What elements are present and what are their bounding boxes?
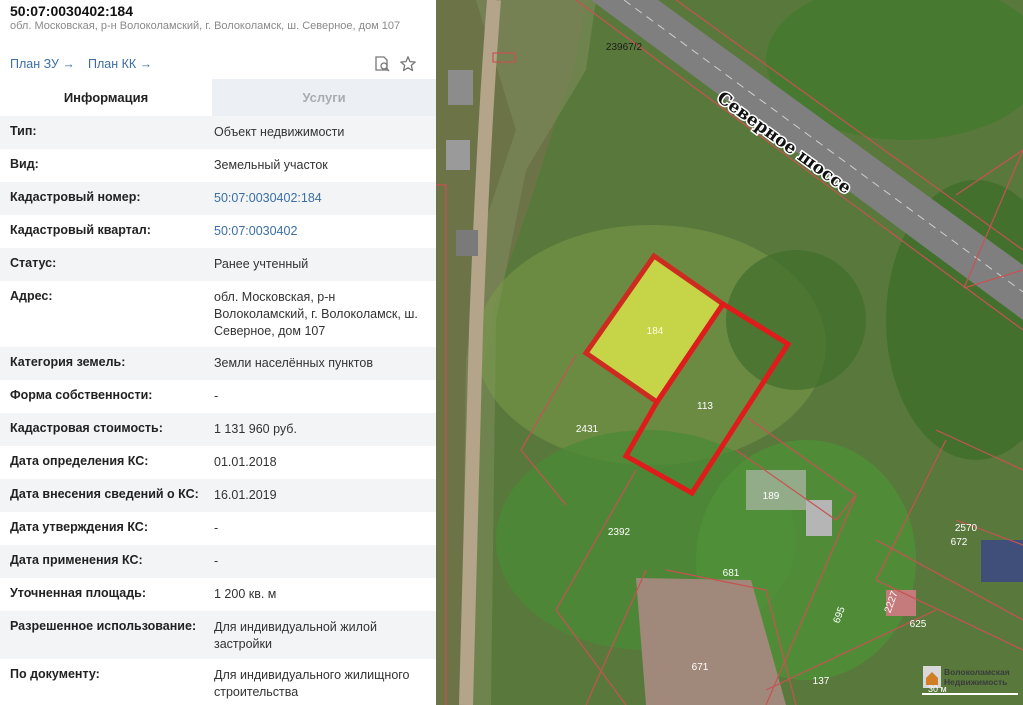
row-approval-date: Дата утверждения КС: - — [0, 512, 436, 545]
search-document-icon[interactable] — [373, 55, 391, 73]
row-application-date: Дата применения КС: - — [0, 545, 436, 578]
cadastral-quarter-link[interactable]: 50:07:0030402 — [214, 223, 419, 240]
row-value: - — [214, 521, 219, 535]
row-value: Объект недвижимости — [214, 125, 345, 139]
cadastral-map[interactable]: 184 113 2431 2392 681 189 671 2570 672 6… — [436, 0, 1023, 705]
row-label: Статус: — [10, 256, 57, 270]
row-document-use: По документу: Для индивидуального жилищн… — [0, 659, 436, 705]
map-canvas[interactable]: 184 113 2431 2392 681 189 671 2570 672 6… — [436, 0, 1023, 705]
tab-services[interactable]: Услуги — [212, 79, 436, 116]
parcel-label-2431: 2431 — [576, 424, 599, 435]
parcel-label-137: 137 — [813, 676, 830, 687]
row-label: Категория земель: — [10, 355, 126, 369]
parcel-label-2570: 2570 — [955, 523, 978, 534]
row-permitted-use: Разрешенное использование: Для индивидуа… — [0, 611, 436, 659]
object-address-subtitle: обл. Московская, р-н Волоколамский, г. В… — [10, 20, 401, 32]
row-cadastral-number: Кадастровый номер: 50:07:0030402:184 — [0, 182, 436, 215]
row-area: Уточненная площадь: 1 200 кв. м — [0, 578, 436, 611]
scale-label: 30 м — [928, 684, 947, 694]
row-type: Тип: Объект недвижимости — [0, 116, 436, 149]
plan-zu-link[interactable]: План ЗУ → — [10, 57, 75, 71]
row-value: 01.01.2018 — [214, 455, 277, 469]
row-label: Дата внесения сведений о КС: — [10, 487, 199, 501]
road-parcel-label: 23967/2 — [606, 42, 643, 53]
cadastral-number-title: 50:07:0030402:184 — [10, 3, 133, 19]
row-value: Земельный участок — [214, 158, 328, 172]
parcel-label-184: 184 — [647, 326, 664, 337]
row-land-category: Категория земель: Земли населённых пункт… — [0, 347, 436, 380]
row-label: Адрес: — [10, 289, 53, 303]
row-value: 1 131 960 руб. — [214, 422, 297, 436]
row-ownership: Форма собственности: - — [0, 380, 436, 413]
row-value: - — [214, 554, 219, 568]
row-value: Для индивидуального жилищного строительс… — [214, 668, 410, 699]
parcel-label-681: 681 — [723, 568, 740, 579]
row-value: Для индивидуальной жилой застройки — [214, 620, 377, 651]
row-status: Статус: Ранее учтенный — [0, 248, 436, 281]
row-entry-date: Дата внесения сведений о КС: 16.01.2019 — [0, 479, 436, 512]
row-cadastral-quarter: Кадастровый квартал: 50:07:0030402 — [0, 215, 436, 248]
row-value: - — [214, 389, 219, 403]
row-label: Вид: — [10, 157, 39, 171]
row-label: По документу: — [10, 667, 100, 681]
row-value: Земли населённых пунктов — [214, 356, 373, 370]
info-panel: 50:07:0030402:184 обл. Московская, р-н В… — [0, 0, 436, 705]
row-value: обл. Московская, р-н Волоколамский, г. В… — [214, 290, 418, 338]
parcel-label-2392: 2392 — [608, 527, 631, 538]
parcel-label-625: 625 — [910, 619, 927, 630]
row-value: 1 200 кв. м — [214, 587, 277, 601]
row-value: Ранее учтенный — [214, 257, 309, 271]
row-address: Адрес: обл. Московская, р-н Волоколамски… — [0, 281, 436, 347]
parcel-label-113: 113 — [697, 401, 713, 412]
row-label: Форма собственности: — [10, 388, 153, 402]
row-label: Дата применения КС: — [10, 553, 143, 567]
parcel-label-189: 189 — [763, 491, 780, 502]
tab-information[interactable]: Информация — [0, 79, 212, 118]
cadastral-number-link[interactable]: 50:07:0030402:184 — [214, 190, 419, 207]
row-value: 16.01.2019 — [214, 488, 277, 502]
watermark-text: Волоколамская Недвижимость — [944, 667, 1010, 687]
row-label: Уточненная площадь: — [10, 586, 147, 600]
row-label: Кадастровый квартал: — [10, 223, 151, 237]
row-label: Разрешенное использование: — [10, 619, 197, 633]
row-label: Дата утверждения КС: — [10, 520, 148, 534]
star-icon[interactable] — [399, 55, 417, 73]
parcel-label-671: 671 — [692, 662, 709, 673]
parcel-label-672: 672 — [951, 537, 968, 548]
tabs: Информация Услуги — [0, 79, 436, 118]
row-cadastral-value: Кадастровая стоимость: 1 131 960 руб. — [0, 413, 436, 446]
row-label: Кадастровый номер: — [10, 190, 141, 204]
property-table: Тип: Объект недвижимости Вид: Земельный … — [0, 116, 436, 705]
map-scale: 30 м — [922, 684, 1022, 702]
row-label: Тип: — [10, 124, 37, 138]
row-label: Дата определения КС: — [10, 454, 149, 468]
row-label: Кадастровая стоимость: — [10, 421, 163, 435]
plan-kk-link[interactable]: План КК → — [88, 57, 152, 71]
row-value-date: Дата определения КС: 01.01.2018 — [0, 446, 436, 479]
row-kind: Вид: Земельный участок — [0, 149, 436, 182]
